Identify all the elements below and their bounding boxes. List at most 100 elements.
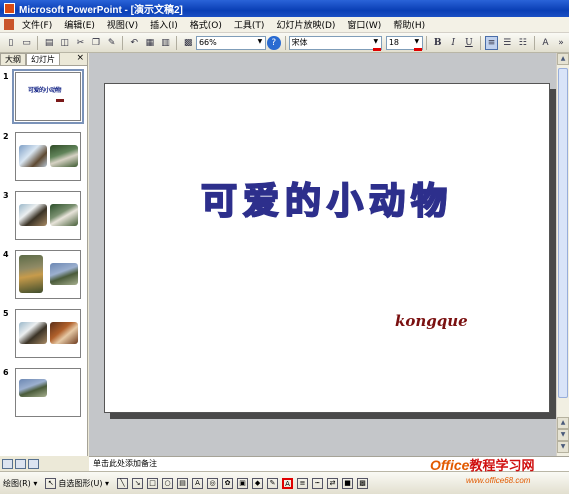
normal-view-icon[interactable] xyxy=(2,458,13,469)
3d-icon[interactable]: ▩ xyxy=(357,477,369,489)
watermark-brand: Office xyxy=(430,457,470,473)
site-watermark: Office教程学习网 xyxy=(430,455,534,474)
slide-title[interactable]: 可爱的小动物 xyxy=(105,172,549,224)
select-arrow-icon[interactable]: ↖ xyxy=(45,477,57,489)
tab-slides[interactable]: 幻灯片 xyxy=(26,53,60,65)
copy-icon[interactable]: ❐ xyxy=(89,36,103,50)
slide-canvas[interactable]: 可爱的小动物 kongque xyxy=(104,83,550,413)
bird-photo xyxy=(19,322,47,344)
slide-subtitle[interactable]: kongque xyxy=(395,312,468,330)
print-icon[interactable]: ▤ xyxy=(42,36,56,50)
chevron-down-icon: ▼ xyxy=(373,37,379,45)
slides-pane: 大纲 幻灯片 × 1 可爱的小动物 2 3 4 5 6 xyxy=(0,53,88,456)
menu-format[interactable]: 格式(O) xyxy=(184,18,228,31)
preview-icon[interactable]: ◫ xyxy=(58,36,72,50)
rectangle-icon[interactable]: □ xyxy=(147,477,159,489)
font-color-icon[interactable]: A xyxy=(282,477,294,489)
slide-thumbnail-4[interactable]: 4 xyxy=(0,250,86,306)
bold-button[interactable]: B xyxy=(431,36,445,50)
menu-help[interactable]: 帮助(H) xyxy=(387,18,431,31)
italic-button[interactable]: I xyxy=(446,36,460,50)
toolbar-separator xyxy=(122,35,124,50)
menu-tools[interactable]: 工具(T) xyxy=(228,18,271,31)
format-painter-icon[interactable]: ✎ xyxy=(105,36,119,50)
slide-number: 6 xyxy=(3,368,9,377)
zoom-select[interactable]: 66% ▼ xyxy=(195,35,266,50)
slideshow-icon[interactable] xyxy=(28,458,39,469)
peacock-photo xyxy=(50,204,78,226)
close-icon[interactable]: × xyxy=(76,53,84,63)
menu-edit[interactable]: 编辑(E) xyxy=(58,18,101,31)
bullet-list-icon[interactable]: ☷ xyxy=(516,36,530,50)
scroll-thumb[interactable] xyxy=(558,68,568,398)
toolbar-options-icon[interactable]: » xyxy=(554,36,568,50)
menu-file[interactable]: 文件(F) xyxy=(16,18,58,31)
thumbnail-frame: 可爱的小动物 xyxy=(12,69,84,124)
slide-thumbnail-3[interactable]: 3 xyxy=(0,191,86,247)
cut-icon[interactable]: ✂ xyxy=(74,36,88,50)
tab-outline[interactable]: 大纲 xyxy=(0,53,26,65)
draw-menu[interactable]: 绘图(R) ▾ xyxy=(3,478,37,489)
toolbar: ▯ ▭ ▤ ◫ ✂ ❐ ✎ ↶ ▦ ▥ ▩ 66% ▼ ? 宋体 ▼ 18 ▼ … xyxy=(0,33,569,53)
underline-button[interactable]: U xyxy=(462,36,476,50)
slide-number: 5 xyxy=(3,309,9,318)
arrow-icon[interactable]: ↘ xyxy=(132,477,144,489)
align-left-icon[interactable]: ≡ xyxy=(484,35,499,50)
line-style-icon[interactable]: ≡ xyxy=(297,477,309,489)
menu-slideshow[interactable]: 幻灯片放映(D) xyxy=(270,18,341,31)
new-icon[interactable]: ▯ xyxy=(4,36,18,50)
line-icon[interactable]: ╲ xyxy=(117,477,129,489)
table-icon[interactable]: ▦ xyxy=(143,36,157,50)
toolbar-separator xyxy=(425,35,427,50)
watermark-cn: 教程学习网 xyxy=(469,458,535,473)
slide-thumbnail-2[interactable]: 2 xyxy=(0,132,86,188)
undo-icon[interactable]: ↶ xyxy=(127,36,141,50)
slide-thumbnail-1[interactable]: 1 可爱的小动物 xyxy=(0,69,86,128)
thumbnail-list: 1 可爱的小动物 2 3 4 5 6 xyxy=(0,66,87,456)
scroll-up-icon[interactable]: ▲ xyxy=(557,53,569,65)
chevron-down-icon: ▼ xyxy=(414,37,420,45)
window-title: Microsoft PowerPoint - [演示文稿2] xyxy=(19,5,183,16)
chart-icon[interactable]: ▥ xyxy=(159,36,173,50)
wordart-icon[interactable]: A xyxy=(192,477,204,489)
slide-thumbnail-5[interactable]: 5 xyxy=(0,309,86,365)
bird-photo xyxy=(19,145,47,167)
slide-sorter-icon[interactable] xyxy=(15,458,26,469)
scroll-down-icon[interactable]: ▼ xyxy=(557,429,569,441)
diagram-icon[interactable]: ◎ xyxy=(207,477,219,489)
menu-window[interactable]: 窗口(W) xyxy=(341,18,387,31)
oval-icon[interactable]: ○ xyxy=(162,477,174,489)
thumbnail-frame xyxy=(15,250,81,299)
window-titlebar: Microsoft PowerPoint - [演示文稿2] xyxy=(0,0,569,17)
menu-insert[interactable]: 插入(I) xyxy=(144,18,184,31)
help-icon[interactable]: ? xyxy=(266,35,281,50)
textbox-icon[interactable]: ▤ xyxy=(177,477,189,489)
font-select[interactable]: 宋体 ▼ xyxy=(288,35,382,51)
arrow-style-icon[interactable]: ⇄ xyxy=(327,477,339,489)
zoom-value: 66% xyxy=(198,38,217,47)
autoshapes-menu[interactable]: 自选图形(U) ▾ xyxy=(58,478,109,489)
clipart-icon[interactable]: ✿ xyxy=(222,477,234,489)
document-icon xyxy=(4,19,14,30)
powerpoint-icon xyxy=(4,3,15,14)
vertical-scrollbar[interactable]: ▲ ▲ ▼ ▼ xyxy=(556,53,569,456)
dash-style-icon[interactable]: ┅ xyxy=(312,477,324,489)
next-slide-icon[interactable]: ▼ xyxy=(557,441,569,453)
shadow-icon[interactable]: ■ xyxy=(342,477,354,489)
numbered-list-icon[interactable]: ☰ xyxy=(500,36,514,50)
toolbar-separator xyxy=(284,35,286,50)
size-select[interactable]: 18 ▼ xyxy=(385,35,423,51)
slide-thumbnail-6[interactable]: 6 xyxy=(0,368,86,424)
previous-slide-icon[interactable]: ▲ xyxy=(557,417,569,429)
font-size-increase-icon[interactable]: A xyxy=(539,36,553,50)
size-value: 18 xyxy=(388,38,400,47)
slide-editor: 可爱的小动物 kongque ▲ ▲ ▼ ▼ xyxy=(89,53,569,456)
open-icon[interactable]: ▭ xyxy=(20,36,34,50)
line-color-icon[interactable]: ✎ xyxy=(267,477,279,489)
picture-icon[interactable]: ▣ xyxy=(237,477,249,489)
grid-icon[interactable]: ▩ xyxy=(181,36,195,50)
menu-view[interactable]: 视图(V) xyxy=(101,18,144,31)
toolbar-separator xyxy=(37,35,39,50)
fill-color-icon[interactable]: ◆ xyxy=(252,477,264,489)
cow-photo xyxy=(50,263,78,285)
